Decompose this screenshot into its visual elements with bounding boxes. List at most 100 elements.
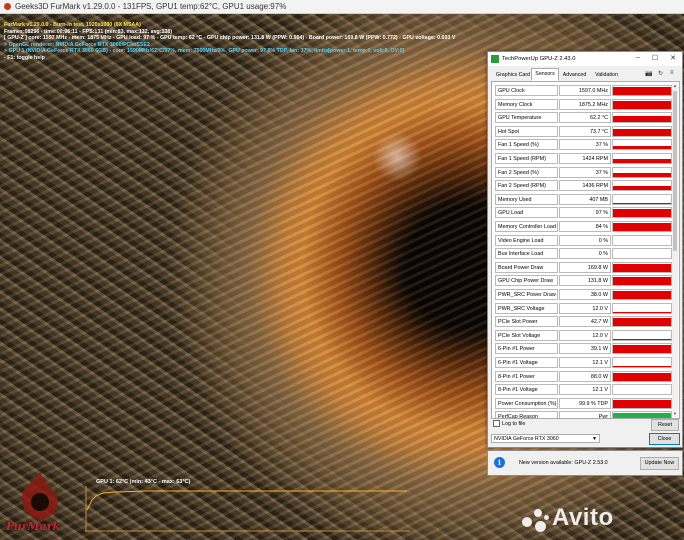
sensor-graph-fill — [613, 208, 671, 218]
sensor-label[interactable]: GPU Clock — [495, 85, 558, 96]
sensor-label[interactable]: GPU Temperature — [495, 112, 558, 124]
sensor-value[interactable]: 12.0 V — [559, 329, 611, 341]
tab-advanced[interactable]: Advanced — [557, 69, 592, 81]
gpu-select[interactable]: NVIDIA GeForce RTX 3060 ▼ — [491, 434, 600, 443]
gpuz-titlebar[interactable]: TechPowerUp GPU-Z 2.43.0 – ☐ ✕ — [488, 52, 682, 66]
sensor-value[interactable]: 131.8 W — [559, 275, 611, 287]
sensor-row: GPU Load 97 % — [495, 207, 672, 219]
sensor-scrollbar[interactable]: ▲ ▼ — [672, 83, 678, 417]
sensor-label[interactable]: 8-Pin #1 Power — [495, 370, 558, 382]
refresh-icon[interactable]: ↻ — [658, 70, 663, 77]
sensor-label[interactable]: PWR_SRC Power Draw — [495, 289, 558, 300]
menu-icon[interactable]: ≡ — [670, 70, 674, 76]
minimize-icon[interactable]: – — [633, 54, 643, 61]
sensor-value[interactable]: 62.2 °C — [559, 112, 611, 124]
sensor-label[interactable]: PerfCap Reason — [495, 411, 558, 418]
sensor-value[interactable]: 37 % — [559, 166, 611, 178]
sensor-graph-fill — [613, 173, 671, 177]
log-to-file-checkbox[interactable] — [493, 420, 500, 427]
sensor-graph-fill — [613, 263, 671, 272]
sensor-value[interactable]: 0 % — [559, 248, 611, 260]
sensor-value[interactable]: 407 MB — [559, 193, 611, 205]
sensor-value[interactable]: 38.0 W — [559, 289, 611, 300]
sensor-label[interactable]: Fan 1 Speed (%) — [495, 139, 558, 151]
furmark-titlebar: Geeks3D FurMark v1.29.0.0 - 131FPS, GPU1… — [0, 0, 684, 14]
sensor-graph-fill — [613, 393, 671, 395]
scroll-down-icon[interactable]: ▼ — [672, 411, 678, 417]
sensor-label[interactable]: Power Consumption (%) — [495, 397, 558, 409]
sensor-label[interactable]: Memory Used — [495, 193, 558, 205]
sensor-label[interactable]: Memory Clock — [495, 98, 558, 110]
close-icon[interactable]: ✕ — [668, 54, 678, 62]
sensor-label[interactable]: Bus Interface Load — [495, 248, 558, 260]
sensor-graph — [612, 411, 672, 418]
sensor-graph-fill — [613, 203, 671, 204]
sensor-row: Memory Clock 1875.2 MHz — [495, 98, 672, 111]
sensor-value[interactable]: 12.1 V — [559, 384, 611, 396]
sensor-value[interactable]: 1424 RPM — [559, 153, 611, 164]
sensor-graph — [612, 234, 672, 246]
sensor-row: 8-Pin #1 Power 88.0 W — [495, 370, 672, 383]
sensor-value[interactable]: Pwr — [559, 411, 611, 418]
sensor-label[interactable]: PCIe Slot Voltage — [495, 329, 558, 341]
sensor-value[interactable]: 97 % — [559, 207, 611, 219]
sensor-value[interactable]: 42.7 W — [559, 316, 611, 328]
sensor-value[interactable]: 84 % — [559, 221, 611, 232]
sensor-value[interactable]: 73.7 °C — [559, 125, 611, 137]
scrollbar-thumb[interactable] — [673, 91, 677, 251]
sensor-value[interactable]: 0 % — [559, 234, 611, 246]
sensor-graph-fill — [613, 87, 671, 95]
sensor-row: 6-Pin #1 Voltage 12.1 V — [495, 357, 672, 369]
sensor-label[interactable]: Fan 2 Speed (RPM) — [495, 180, 558, 192]
gpu-temp-chart-label: GPU 1: 62°C (min: 43°C - max: 63°C) — [96, 479, 191, 485]
furmark-window-title: Geeks3D FurMark v1.29.0.0 - 131FPS, GPU1… — [15, 2, 287, 11]
update-now-button[interactable]: Update Now — [640, 457, 679, 470]
tab-sensors[interactable]: Sensors — [531, 68, 559, 81]
sensor-value[interactable]: 1436 RPM — [559, 180, 611, 192]
sensor-label[interactable]: Fan 2 Speed (%) — [495, 166, 558, 178]
sensor-label[interactable]: Memory Controller Load — [495, 221, 558, 232]
gpuz-window-title: TechPowerUp GPU-Z 2.43.0 — [502, 56, 576, 62]
sensor-label[interactable]: 8-Pin #1 Voltage — [495, 384, 558, 396]
sensor-value[interactable]: 1597.0 MHz — [559, 85, 611, 96]
eye-glare — [372, 132, 422, 182]
sensor-value[interactable]: 39.1 W — [559, 343, 611, 355]
sensor-value[interactable]: 12.1 V — [559, 357, 611, 368]
sensor-value[interactable]: 169.8 W — [559, 261, 611, 273]
close-button[interactable]: Close — [649, 433, 680, 445]
sensor-graph — [612, 289, 672, 300]
sensor-graph — [612, 397, 672, 409]
tab-graphics-card[interactable]: Graphics Card — [491, 69, 535, 81]
maximize-icon[interactable]: ☐ — [650, 54, 660, 62]
sensor-label[interactable]: 6-Pin #1 Voltage — [495, 357, 558, 368]
sensor-label[interactable]: Hot Spot — [495, 125, 558, 137]
sensor-value[interactable]: 37 % — [559, 139, 611, 151]
sensor-label[interactable]: PWR_SRC Voltage — [495, 302, 558, 314]
sensor-label[interactable]: Board Power Draw — [495, 261, 558, 273]
sensor-row: 8-Pin #1 Voltage 12.1 V — [495, 384, 672, 396]
sensor-label[interactable]: 6-Pin #1 Power — [495, 343, 558, 355]
sensor-row: Fan 2 Speed (RPM) 1436 RPM — [495, 180, 672, 192]
log-to-file-row[interactable]: Log to file — [493, 420, 525, 427]
sensor-value[interactable]: 88.0 W — [559, 370, 611, 382]
sensor-label[interactable]: GPU Load — [495, 207, 558, 219]
gpu-temp-chart — [85, 486, 410, 532]
sensor-label[interactable]: Fan 1 Speed (RPM) — [495, 153, 558, 164]
sensor-graph — [612, 329, 672, 341]
sensor-label[interactable]: Video Engine Load — [495, 234, 558, 246]
scroll-up-icon[interactable]: ▲ — [672, 83, 678, 89]
sensor-row: PCIe Slot Voltage 12.0 V — [495, 329, 672, 342]
sensor-label[interactable]: GPU Chip Power Draw — [495, 275, 558, 287]
sensor-label[interactable]: PCIe Slot Power — [495, 316, 558, 328]
sensor-value[interactable]: 12.0 V — [559, 302, 611, 314]
reset-button[interactable]: Reset — [651, 419, 679, 431]
sensor-row: PerfCap Reason Pwr — [495, 411, 672, 418]
sensor-row: Hot Spot 73.7 °C — [495, 125, 672, 138]
sensor-graph-fill — [613, 345, 671, 354]
sensor-value[interactable]: 1875.2 MHz — [559, 98, 611, 110]
sensor-row: PWR_SRC Power Draw 38.0 W — [495, 289, 672, 301]
sensor-list[interactable]: GPU Clock 1597.0 MHz Memory Clock 1875.2 MH… — [491, 81, 680, 419]
tab-validation[interactable]: Validation — [590, 69, 623, 81]
camera-icon[interactable]: 📷 — [645, 70, 652, 77]
sensor-value[interactable]: 99.9 % TDP — [559, 397, 611, 409]
